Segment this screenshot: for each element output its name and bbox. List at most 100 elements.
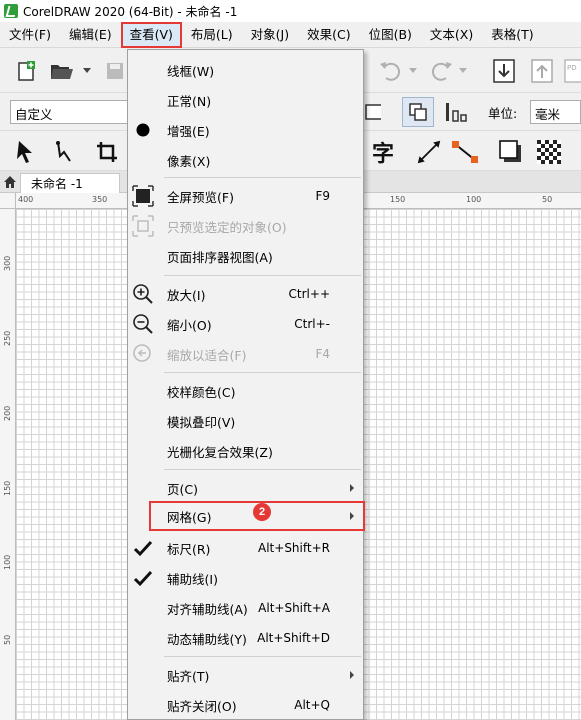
- menu-item-label: 动态辅助线(Y): [167, 631, 247, 647]
- text-tool-icon[interactable]: 字: [368, 137, 398, 167]
- ruler-v-tick: 100: [3, 554, 12, 570]
- menu-item-pixels[interactable]: 像素(X): [128, 145, 363, 175]
- menu-item-zoom-in[interactable]: 放大(I) Ctrl++: [128, 279, 363, 309]
- menu-item-shortcut: F9: [315, 189, 330, 203]
- zoom-in-icon: [132, 283, 154, 305]
- vertical-ruler[interactable]: 300 250 200 150 100 50: [0, 209, 16, 720]
- ruler-h-tick: 100: [466, 195, 482, 204]
- menu-item-snap-off[interactable]: 贴齐关闭(O) Alt+Q: [128, 690, 363, 720]
- pick-tool-icon[interactable]: [10, 137, 40, 167]
- drop-shadow-tool-icon[interactable]: [496, 137, 526, 167]
- menu-item-proof-colors[interactable]: 校样颜色(C): [128, 376, 363, 406]
- page-preset-select[interactable]: 自定义: [10, 100, 128, 124]
- import-icon[interactable]: [490, 57, 518, 85]
- menu-bitmaps[interactable]: 位图(B): [360, 22, 421, 48]
- menu-item-label: 标尺(R): [167, 541, 211, 557]
- export-icon[interactable]: [528, 57, 556, 85]
- units-select[interactable]: 毫米: [530, 100, 581, 124]
- zoom-fit-icon: [132, 343, 154, 365]
- menu-object[interactable]: 对象(J): [242, 22, 298, 48]
- menu-item-label: 缩放以适合(F): [167, 347, 247, 363]
- window-title: CorelDRAW 2020 (64-Bit) - 未命名 -1: [23, 4, 238, 19]
- open-dropdown-chevron-icon[interactable]: [82, 63, 92, 79]
- title-bar: CorelDRAW 2020 (64-Bit) - 未命名 -1: [0, 0, 581, 22]
- menu-item-shortcut: F4: [315, 347, 330, 361]
- menu-item-rasterize-complex-effects[interactable]: 光栅化复合效果(Z): [128, 436, 363, 466]
- ruler-h-tick: 400: [18, 195, 34, 204]
- menu-item-label: 像素(X): [167, 153, 211, 169]
- svg-text:字: 字: [372, 141, 394, 165]
- fullscreen-icon: [132, 185, 154, 207]
- menu-item-page[interactable]: 页(C): [128, 473, 363, 503]
- zoom-out-icon: [132, 313, 154, 335]
- document-tab[interactable]: 未命名 -1: [20, 173, 120, 193]
- menu-separator: [164, 469, 361, 470]
- crop-tool-icon[interactable]: [92, 137, 122, 167]
- redo-dropdown-chevron-icon[interactable]: [458, 63, 468, 79]
- menu-layout[interactable]: 布局(L): [182, 22, 242, 48]
- menu-item-zoom-to-fit[interactable]: 缩放以适合(F) F4: [128, 339, 363, 369]
- menu-item-wireframe[interactable]: 线框(W): [128, 55, 363, 85]
- menu-item-snap-to[interactable]: 贴齐(T): [128, 660, 363, 690]
- menu-item-rulers[interactable]: 标尺(R) Alt+Shift+R: [128, 533, 363, 563]
- menu-separator: [164, 275, 361, 276]
- transparency-tool-icon[interactable]: [534, 137, 564, 167]
- menu-item-preview-selected-only[interactable]: 只预览选定的对象(O): [128, 211, 363, 241]
- all-pages-icon[interactable]: [402, 97, 434, 127]
- new-document-icon[interactable]: [12, 57, 40, 85]
- page-preset-value: 自定义: [15, 107, 53, 122]
- menu-separator: [164, 372, 361, 373]
- units-label: 单位:: [488, 106, 518, 121]
- dimension-tool-icon[interactable]: [414, 137, 444, 167]
- menu-item-simulate-overprints[interactable]: 模拟叠印(V): [128, 406, 363, 436]
- publish-pdf-icon[interactable]: PD: [564, 57, 581, 85]
- menu-separator: [164, 177, 361, 178]
- redo-icon[interactable]: [426, 59, 456, 83]
- save-icon[interactable]: [104, 59, 126, 83]
- shape-tool-icon[interactable]: [50, 137, 80, 167]
- menu-item-label: 校样颜色(C): [167, 384, 236, 400]
- menu-view[interactable]: 查看(V): [120, 21, 182, 48]
- menu-item-enhanced[interactable]: 增强(E): [128, 115, 363, 145]
- menu-text[interactable]: 文本(X): [421, 22, 482, 48]
- menu-item-label: 贴齐关闭(O): [167, 698, 237, 714]
- menu-item-label: 放大(I): [167, 287, 206, 303]
- menu-item-label: 线框(W): [167, 63, 215, 79]
- ruler-v-tick: 150: [3, 480, 12, 496]
- menu-item-label: 网格(G): [167, 509, 212, 525]
- menu-item-shortcut: Alt+Q: [294, 698, 330, 712]
- submenu-arrow-icon: [350, 671, 354, 679]
- home-icon[interactable]: [3, 175, 17, 189]
- ruler-v-tick: 300: [3, 255, 12, 271]
- menu-item-full-screen-preview[interactable]: 全屏预览(F) F9: [128, 181, 363, 211]
- submenu-arrow-icon: [350, 484, 354, 492]
- units-value: 毫米: [535, 107, 561, 122]
- connector-tool-icon[interactable]: [448, 137, 482, 167]
- menu-bar: 文件(F) 编辑(E) 查看(V) 布局(L) 对象(J) 效果(C) 位图(B…: [0, 21, 581, 48]
- menu-item-dynamic-guides[interactable]: 动态辅助线(Y) Alt+Shift+D: [128, 623, 363, 653]
- ruler-h-tick: 350: [92, 195, 108, 204]
- menu-table[interactable]: 表格(T): [482, 22, 542, 48]
- menu-item-shortcut: Alt+Shift+D: [257, 631, 330, 645]
- open-folder-icon[interactable]: [48, 57, 78, 85]
- menu-item-label: 只预览选定的对象(O): [167, 219, 287, 235]
- current-page-icon[interactable]: [440, 98, 472, 126]
- menu-effects[interactable]: 效果(C): [298, 22, 359, 48]
- radio-dot-icon: [132, 119, 154, 141]
- menu-item-label: 增强(E): [167, 123, 210, 139]
- menu-item-alignment-guides[interactable]: 对齐辅助线(A) Alt+Shift+A: [128, 593, 363, 623]
- landscape-page-icon[interactable]: [364, 101, 382, 123]
- menu-edit[interactable]: 编辑(E): [60, 22, 121, 48]
- menu-item-zoom-out[interactable]: 缩小(O) Ctrl+-: [128, 309, 363, 339]
- menu-item-guidelines[interactable]: 辅助线(I): [128, 563, 363, 593]
- svg-text:PD: PD: [567, 64, 577, 72]
- menu-file[interactable]: 文件(F): [0, 22, 60, 48]
- menu-item-page-sorter-view[interactable]: 页面排序器视图(A): [128, 241, 363, 271]
- ruler-origin[interactable]: [0, 193, 16, 209]
- undo-dropdown-chevron-icon[interactable]: [408, 63, 418, 79]
- menu-item-shortcut: Alt+Shift+A: [258, 601, 330, 615]
- menu-item-label: 正常(N): [167, 93, 212, 109]
- undo-icon[interactable]: [376, 59, 406, 83]
- menu-item-normal[interactable]: 正常(N): [128, 85, 363, 115]
- view-menu-dropdown: 线框(W) 正常(N) 增强(E) 像素(X) 全屏预览(F) F9 只预览选定…: [127, 49, 365, 720]
